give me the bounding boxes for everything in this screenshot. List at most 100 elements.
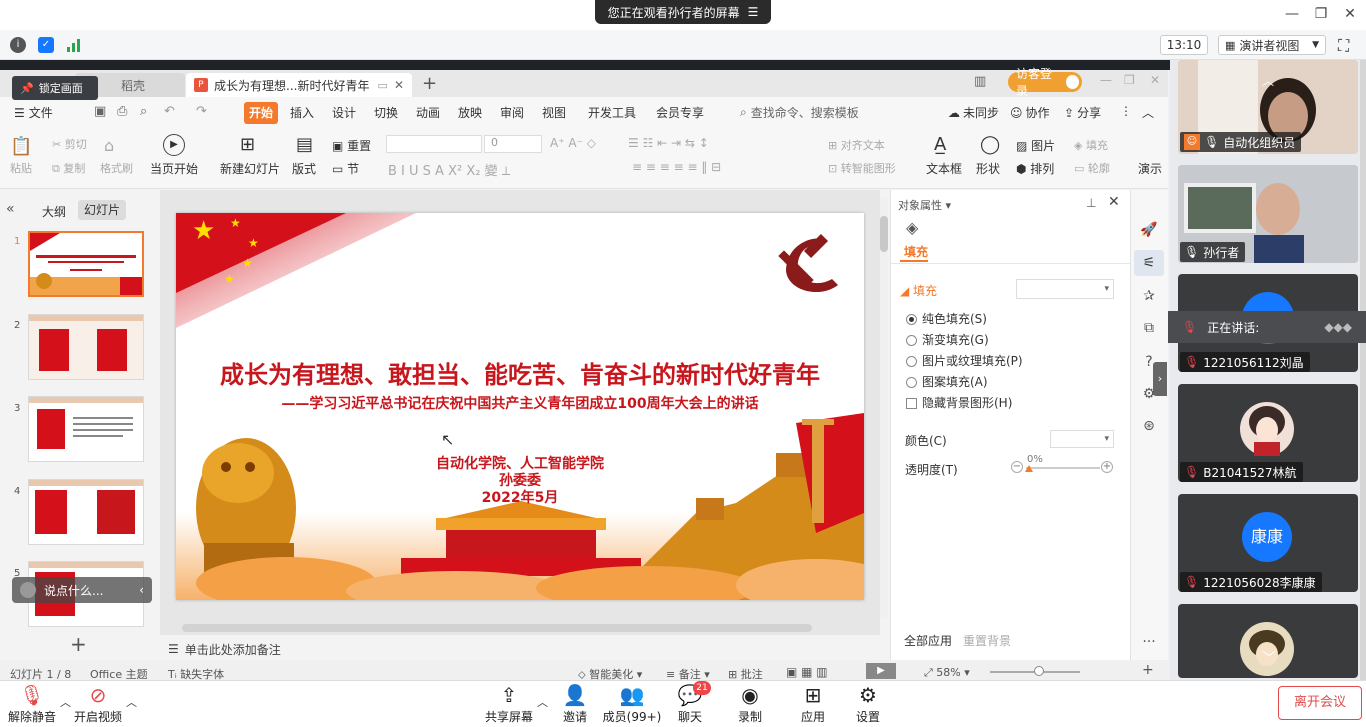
record-button[interactable]: ◉ 录制	[718, 682, 782, 725]
properties-sliders-icon[interactable]: ⚟	[1134, 250, 1164, 276]
slide-thumb-3[interactable]	[28, 396, 144, 462]
pin-pane-icon[interactable]: ⊥	[1086, 196, 1096, 210]
redo-icon[interactable]: ↷	[196, 104, 207, 119]
invite-button[interactable]: 👤 邀请	[543, 682, 607, 725]
radio-gradient[interactable]	[906, 335, 917, 346]
tab-slideshow[interactable]: 放映	[458, 104, 482, 121]
fullscreen-icon[interactable]: ⛶	[1338, 36, 1349, 56]
share-screen-button[interactable]: ⇪ 共享屏幕	[477, 682, 541, 725]
checkbox[interactable]	[906, 398, 917, 409]
compass-icon[interactable]: ⊛	[1140, 418, 1158, 436]
tab-member[interactable]: 会员专享	[656, 104, 704, 121]
font-name-input[interactable]	[386, 135, 482, 153]
slider-thumb[interactable]	[1025, 465, 1033, 472]
tab-presentation[interactable]: P 成长为有理想...新时代好青年 ▭ ✕	[186, 73, 412, 97]
shape-button[interactable]: 形状	[976, 160, 1000, 177]
font-size-input[interactable]: 0	[484, 135, 542, 153]
arrange-button[interactable]: ⬢ 排列	[1016, 160, 1054, 177]
textbox-button[interactable]: 文本框	[926, 160, 962, 177]
radio-pattern[interactable]	[906, 377, 917, 388]
fill-option-pattern[interactable]: 图案填充(A)	[906, 373, 988, 390]
sync-status[interactable]: ☁ 未同步	[948, 104, 999, 121]
chevron-up-icon[interactable]: ︿	[1262, 72, 1274, 89]
font-style-icons[interactable]: B I U S A X² X₂ 變 ⟂	[388, 160, 510, 179]
view-mode-icons[interactable]: ▣ ▦ ▥	[786, 665, 828, 679]
print-icon[interactable]: ⎙	[117, 104, 127, 119]
tab-insert[interactable]: 插入	[290, 104, 314, 121]
paste-button[interactable]: 粘贴	[10, 160, 32, 176]
collapse-panel-icon[interactable]: «	[6, 201, 15, 217]
close-pane-icon[interactable]: ✕	[1108, 194, 1120, 210]
undo-icon[interactable]: ↶	[164, 104, 175, 119]
plus-icon[interactable]: +	[1101, 461, 1113, 473]
start-video-button[interactable]: ⊘ 开启视频	[66, 682, 130, 725]
minus-icon[interactable]: −	[1011, 461, 1023, 473]
expand-panel-icon[interactable]: ›	[1153, 362, 1167, 396]
close-icon[interactable]: ✕	[1340, 6, 1360, 22]
outline-button[interactable]: ▭ 轮廓	[1074, 160, 1110, 176]
fill-option-gradient[interactable]: 渐变填充(G)	[906, 331, 989, 348]
star-icon[interactable]: ✰	[1140, 288, 1158, 306]
wps-minimize-icon[interactable]: —	[1100, 73, 1112, 87]
participants-scrollbar[interactable]	[1360, 60, 1366, 680]
section-fill-header[interactable]: ◢ 填充	[900, 282, 937, 299]
tab-developer[interactable]: 开发工具	[588, 104, 636, 121]
slide-thumb-1[interactable]	[28, 231, 144, 297]
video-options-chevron[interactable]: ︿	[126, 694, 137, 710]
wps-close-icon[interactable]: ✕	[1150, 73, 1160, 87]
smartart-button[interactable]: ⊡ 转智能图形	[828, 160, 896, 176]
layout-button[interactable]: 版式	[292, 160, 316, 177]
banner-menu-icon[interactable]: ☰	[748, 5, 759, 19]
slideshow-button[interactable]: ▶	[866, 663, 896, 679]
fill-type-select[interactable]: ▾	[1016, 279, 1114, 299]
add-slide-icon[interactable]: +	[70, 632, 87, 656]
fill-option-solid[interactable]: 纯色填充(S)	[906, 310, 987, 327]
chat-input-overlay[interactable]: 说点什么... ‹	[12, 577, 152, 603]
file-menu[interactable]: ☰ 文件	[14, 104, 53, 121]
tab-outline[interactable]: 大纲	[42, 203, 66, 220]
fill-bucket-icon[interactable]: ◈	[906, 218, 918, 237]
rocket-icon[interactable]: 🚀	[1140, 222, 1158, 240]
tab-transition[interactable]: 切换	[374, 104, 398, 121]
vertical-scrollbar[interactable]	[880, 198, 888, 618]
fill-option-picture[interactable]: 图片或纹理填充(P)	[906, 352, 1023, 369]
tab-design[interactable]: 设计	[332, 104, 356, 121]
copy-button[interactable]: ⧉ 复制	[52, 160, 85, 176]
zoom-level[interactable]: ⤢ 58% ▾	[924, 666, 970, 680]
chevron-down-icon[interactable]: ﹀	[1262, 648, 1276, 668]
info-icon[interactable]: i	[10, 37, 26, 53]
restore-icon[interactable]: ❐	[1311, 6, 1331, 22]
color-picker[interactable]: ▾	[1050, 430, 1114, 448]
play-current-button[interactable]: 当页开始	[150, 160, 198, 177]
tab-slides[interactable]: 幻灯片	[78, 200, 126, 220]
font-grow-icons[interactable]: A⁺ A⁻ ◇	[550, 136, 596, 150]
hide-bg-checkbox[interactable]: 隐藏背景图形(H)	[906, 394, 1012, 411]
share-button[interactable]: ⇪ 分享	[1064, 104, 1101, 121]
horizontal-scrollbar[interactable]	[182, 624, 812, 632]
align-text-button[interactable]: ⊞ 对齐文本	[828, 137, 885, 153]
monitor-icon[interactable]: ▭	[378, 79, 388, 92]
lock-screen-button[interactable]: 📌 锁定画面	[12, 76, 98, 100]
slide-thumb-4[interactable]	[28, 479, 144, 545]
radio-solid[interactable]	[906, 314, 917, 325]
collapse-ribbon-icon[interactable]: ︿	[1142, 104, 1154, 121]
zoom-in-icon[interactable]: +	[1142, 662, 1154, 678]
properties-header[interactable]: 对象属性 ▾	[898, 197, 951, 213]
cut-button[interactable]: ✂ 剪切	[52, 136, 87, 152]
close-tab-icon[interactable]: ✕	[394, 78, 404, 92]
guest-login-button[interactable]: 访客登录	[1008, 67, 1082, 98]
unmute-button[interactable]: 🎙 解除静音	[0, 682, 64, 725]
slides-icon[interactable]: ⧉	[1140, 320, 1158, 338]
tab-review[interactable]: 审阅	[500, 104, 524, 121]
align-icons[interactable]: ≡ ≡ ≡ ≡ ≡ ‖ ⊟	[632, 160, 721, 174]
new-tab-icon[interactable]: +	[422, 73, 437, 94]
radio-picture[interactable]	[906, 356, 917, 367]
more-icon[interactable]: ⋮	[1120, 104, 1132, 118]
shield-icon[interactable]: ✓	[38, 37, 54, 53]
chat-button[interactable]: 💬 聊天	[658, 682, 722, 725]
current-slide[interactable]: ★ ★ ★ ★ ★ 成长为有理想、敢担当、能吃苦、肯奋斗的新时代好青年 ——学习…	[176, 213, 864, 600]
format-painter-button[interactable]: 格式刷	[100, 160, 133, 176]
slide-thumb-2[interactable]	[28, 314, 144, 380]
save-icon[interactable]: ▣	[94, 104, 106, 119]
tab-animation[interactable]: 动画	[416, 104, 440, 121]
